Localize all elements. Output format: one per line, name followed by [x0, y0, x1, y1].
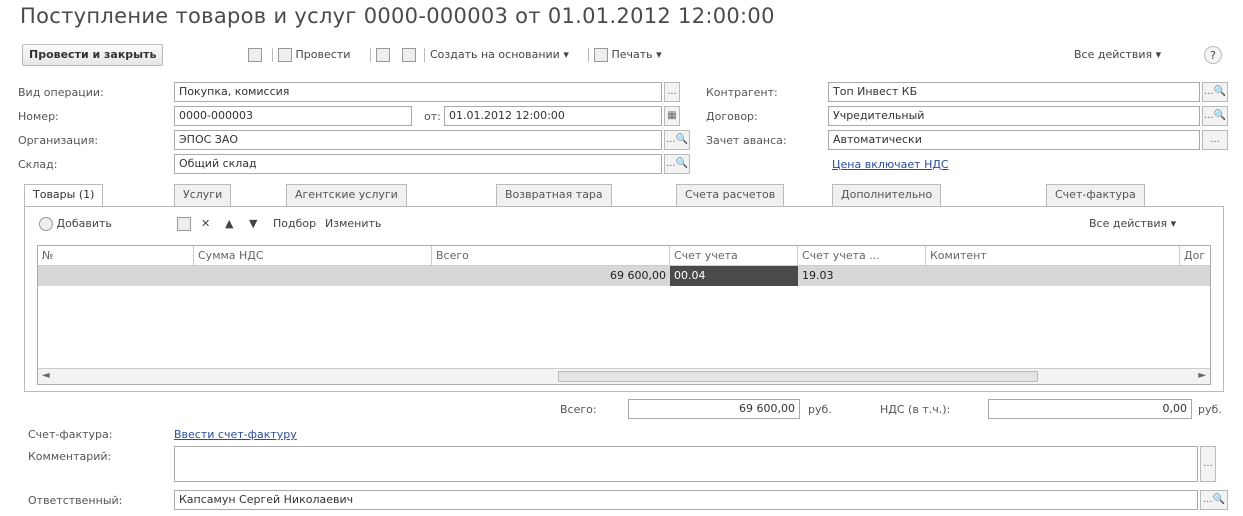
advance-field[interactable]: Автоматически — [828, 130, 1200, 150]
number-label: Номер: — [18, 110, 59, 123]
add-icon — [39, 217, 53, 231]
scrollbar-thumb[interactable] — [558, 371, 1038, 382]
warehouse-label: Склад: — [18, 158, 58, 171]
responsible-select-button[interactable]: ...🔍 — [1200, 490, 1228, 510]
save-icon[interactable] — [248, 46, 262, 64]
table-all-actions-label: Все действия — [1089, 217, 1168, 230]
total-field: 69 600,00 — [628, 399, 800, 419]
scroll-left-icon[interactable]: ◄ — [42, 370, 50, 381]
contract-select-button[interactable]: ...🔍 — [1202, 106, 1228, 126]
cell-account-2[interactable]: 19.03 — [798, 266, 926, 286]
operation-field[interactable]: Покупка, комиссия — [174, 82, 662, 102]
table-row[interactable]: 69 600,00 00.04 19.03 — [38, 266, 1210, 286]
add-label: Добавить — [56, 217, 112, 230]
tab-returnable-packaging[interactable]: Возвратная тара — [496, 184, 612, 206]
comment-edit-button[interactable]: ... — [1200, 446, 1216, 482]
comment-label: Комментарий: — [28, 450, 112, 463]
create-based-on-menu[interactable]: Создать на основании ▾ — [430, 46, 569, 64]
cell-total[interactable]: 69 600,00 — [432, 266, 670, 286]
cell-contract[interactable] — [1180, 266, 1210, 286]
contract-field[interactable]: Учредительный — [828, 106, 1200, 126]
counterparty-select-button[interactable]: ...🔍 — [1202, 82, 1228, 102]
tab-invoice[interactable]: Счет-фактура — [1046, 184, 1145, 206]
column-header-account[interactable]: Счет учета — [670, 246, 798, 266]
counterparty-label: Контрагент: — [706, 86, 778, 99]
movements-icon[interactable] — [376, 46, 390, 64]
calendar-icon[interactable]: ▦ — [664, 106, 680, 126]
contract-label: Договор: — [706, 110, 758, 123]
vat-included-link[interactable]: Цена включает НДС — [832, 158, 949, 171]
invoice-label: Счет-фактура: — [28, 428, 113, 441]
report-icon[interactable] — [402, 46, 416, 64]
create-based-label: Создать на основании — [430, 48, 560, 61]
column-header-number[interactable]: № — [38, 246, 194, 266]
post-and-close-button[interactable]: Провести и закрыть — [22, 44, 164, 66]
toolbar: Провести и закрыть Провести Создать на о… — [16, 44, 1228, 66]
advance-label: Зачет аванса: — [706, 134, 787, 147]
print-menu[interactable]: Печать ▾ — [594, 46, 662, 64]
operation-select-button[interactable]: ... — [664, 82, 680, 102]
column-header-contract[interactable]: Дог — [1180, 246, 1210, 266]
total-currency: руб. — [808, 403, 832, 416]
tab-services[interactable]: Услуги — [174, 184, 232, 206]
scroll-right-icon[interactable]: ► — [1198, 370, 1206, 381]
all-actions-menu[interactable]: Все действия ▾ — [1074, 46, 1161, 64]
total-label: Всего: — [560, 403, 597, 416]
warehouse-field[interactable]: Общий склад — [174, 154, 662, 174]
advance-select-button[interactable]: ... — [1202, 130, 1228, 150]
date-label: от: — [424, 110, 441, 123]
tab-agent-services[interactable]: Агентские услуги — [286, 184, 407, 206]
organization-select-button[interactable]: ...🔍 — [664, 130, 690, 150]
horizontal-scrollbar[interactable]: ◄ ► — [38, 368, 1210, 384]
tab-bar: Товары (1) Услуги Агентские услуги Возвр… — [24, 184, 1224, 208]
help-button[interactable]: ? — [1204, 46, 1222, 64]
printer-icon — [594, 48, 608, 62]
goods-table: № Сумма НДС Всего Счет учета Счет учета … — [37, 245, 1211, 385]
organization-field[interactable]: ЭПОС ЗАО — [174, 130, 662, 150]
organization-label: Организация: — [18, 134, 99, 147]
counterparty-field[interactable]: Топ Инвест КБ — [828, 82, 1200, 102]
all-actions-label: Все действия — [1074, 48, 1153, 61]
goods-panel: Добавить ✕ ▲ ▼ Подбор Изменить Все дейст… — [24, 206, 1224, 392]
enter-invoice-link[interactable]: Ввести счет-фактуру — [174, 428, 297, 441]
page-title: Поступление товаров и услуг 0000-000003 … — [20, 4, 775, 28]
delete-icon[interactable]: ✕ — [201, 215, 210, 233]
cell-account[interactable]: 00.04 — [670, 266, 798, 286]
cell-number[interactable] — [38, 266, 194, 286]
responsible-field[interactable]: Капсамун Сергей Николаевич — [174, 490, 1198, 510]
tab-additional[interactable]: Дополнительно — [832, 184, 942, 206]
column-header-total[interactable]: Всего — [432, 246, 670, 266]
selection-button[interactable]: Подбор — [273, 215, 316, 233]
post-button[interactable]: Провести — [278, 46, 350, 64]
vat-currency: руб. — [1198, 403, 1222, 416]
move-up-icon[interactable]: ▲ — [225, 215, 233, 233]
change-button[interactable]: Изменить — [325, 215, 381, 233]
column-header-account-2[interactable]: Счет учета ... — [798, 246, 926, 266]
cell-consignor[interactable] — [926, 266, 1180, 286]
cell-vat-sum[interactable] — [194, 266, 432, 286]
column-header-vat-sum[interactable]: Сумма НДС — [194, 246, 432, 266]
tab-goods[interactable]: Товары (1) — [24, 184, 104, 208]
column-header-consignor[interactable]: Комитент — [926, 246, 1180, 266]
warehouse-select-button[interactable]: ...🔍 — [664, 154, 690, 174]
move-down-icon[interactable]: ▼ — [249, 215, 257, 233]
table-all-actions-menu[interactable]: Все действия ▾ — [1089, 215, 1176, 233]
operation-label: Вид операции: — [18, 86, 104, 99]
print-label: Печать — [611, 48, 653, 61]
number-field[interactable]: 0000-000003 — [174, 106, 412, 126]
copy-icon[interactable] — [177, 215, 191, 233]
add-row-button[interactable]: Добавить — [39, 215, 112, 233]
vat-label: НДС (в т.ч.): — [880, 403, 951, 416]
comment-field[interactable] — [174, 446, 1198, 482]
post-label: Провести — [295, 48, 351, 61]
post-icon — [278, 48, 292, 62]
tab-settlement-accounts[interactable]: Счета расчетов — [676, 184, 785, 206]
vat-field: 0,00 — [988, 399, 1192, 419]
date-field[interactable]: 01.01.2012 12:00:00 — [444, 106, 662, 126]
responsible-label: Ответственный: — [28, 494, 123, 507]
